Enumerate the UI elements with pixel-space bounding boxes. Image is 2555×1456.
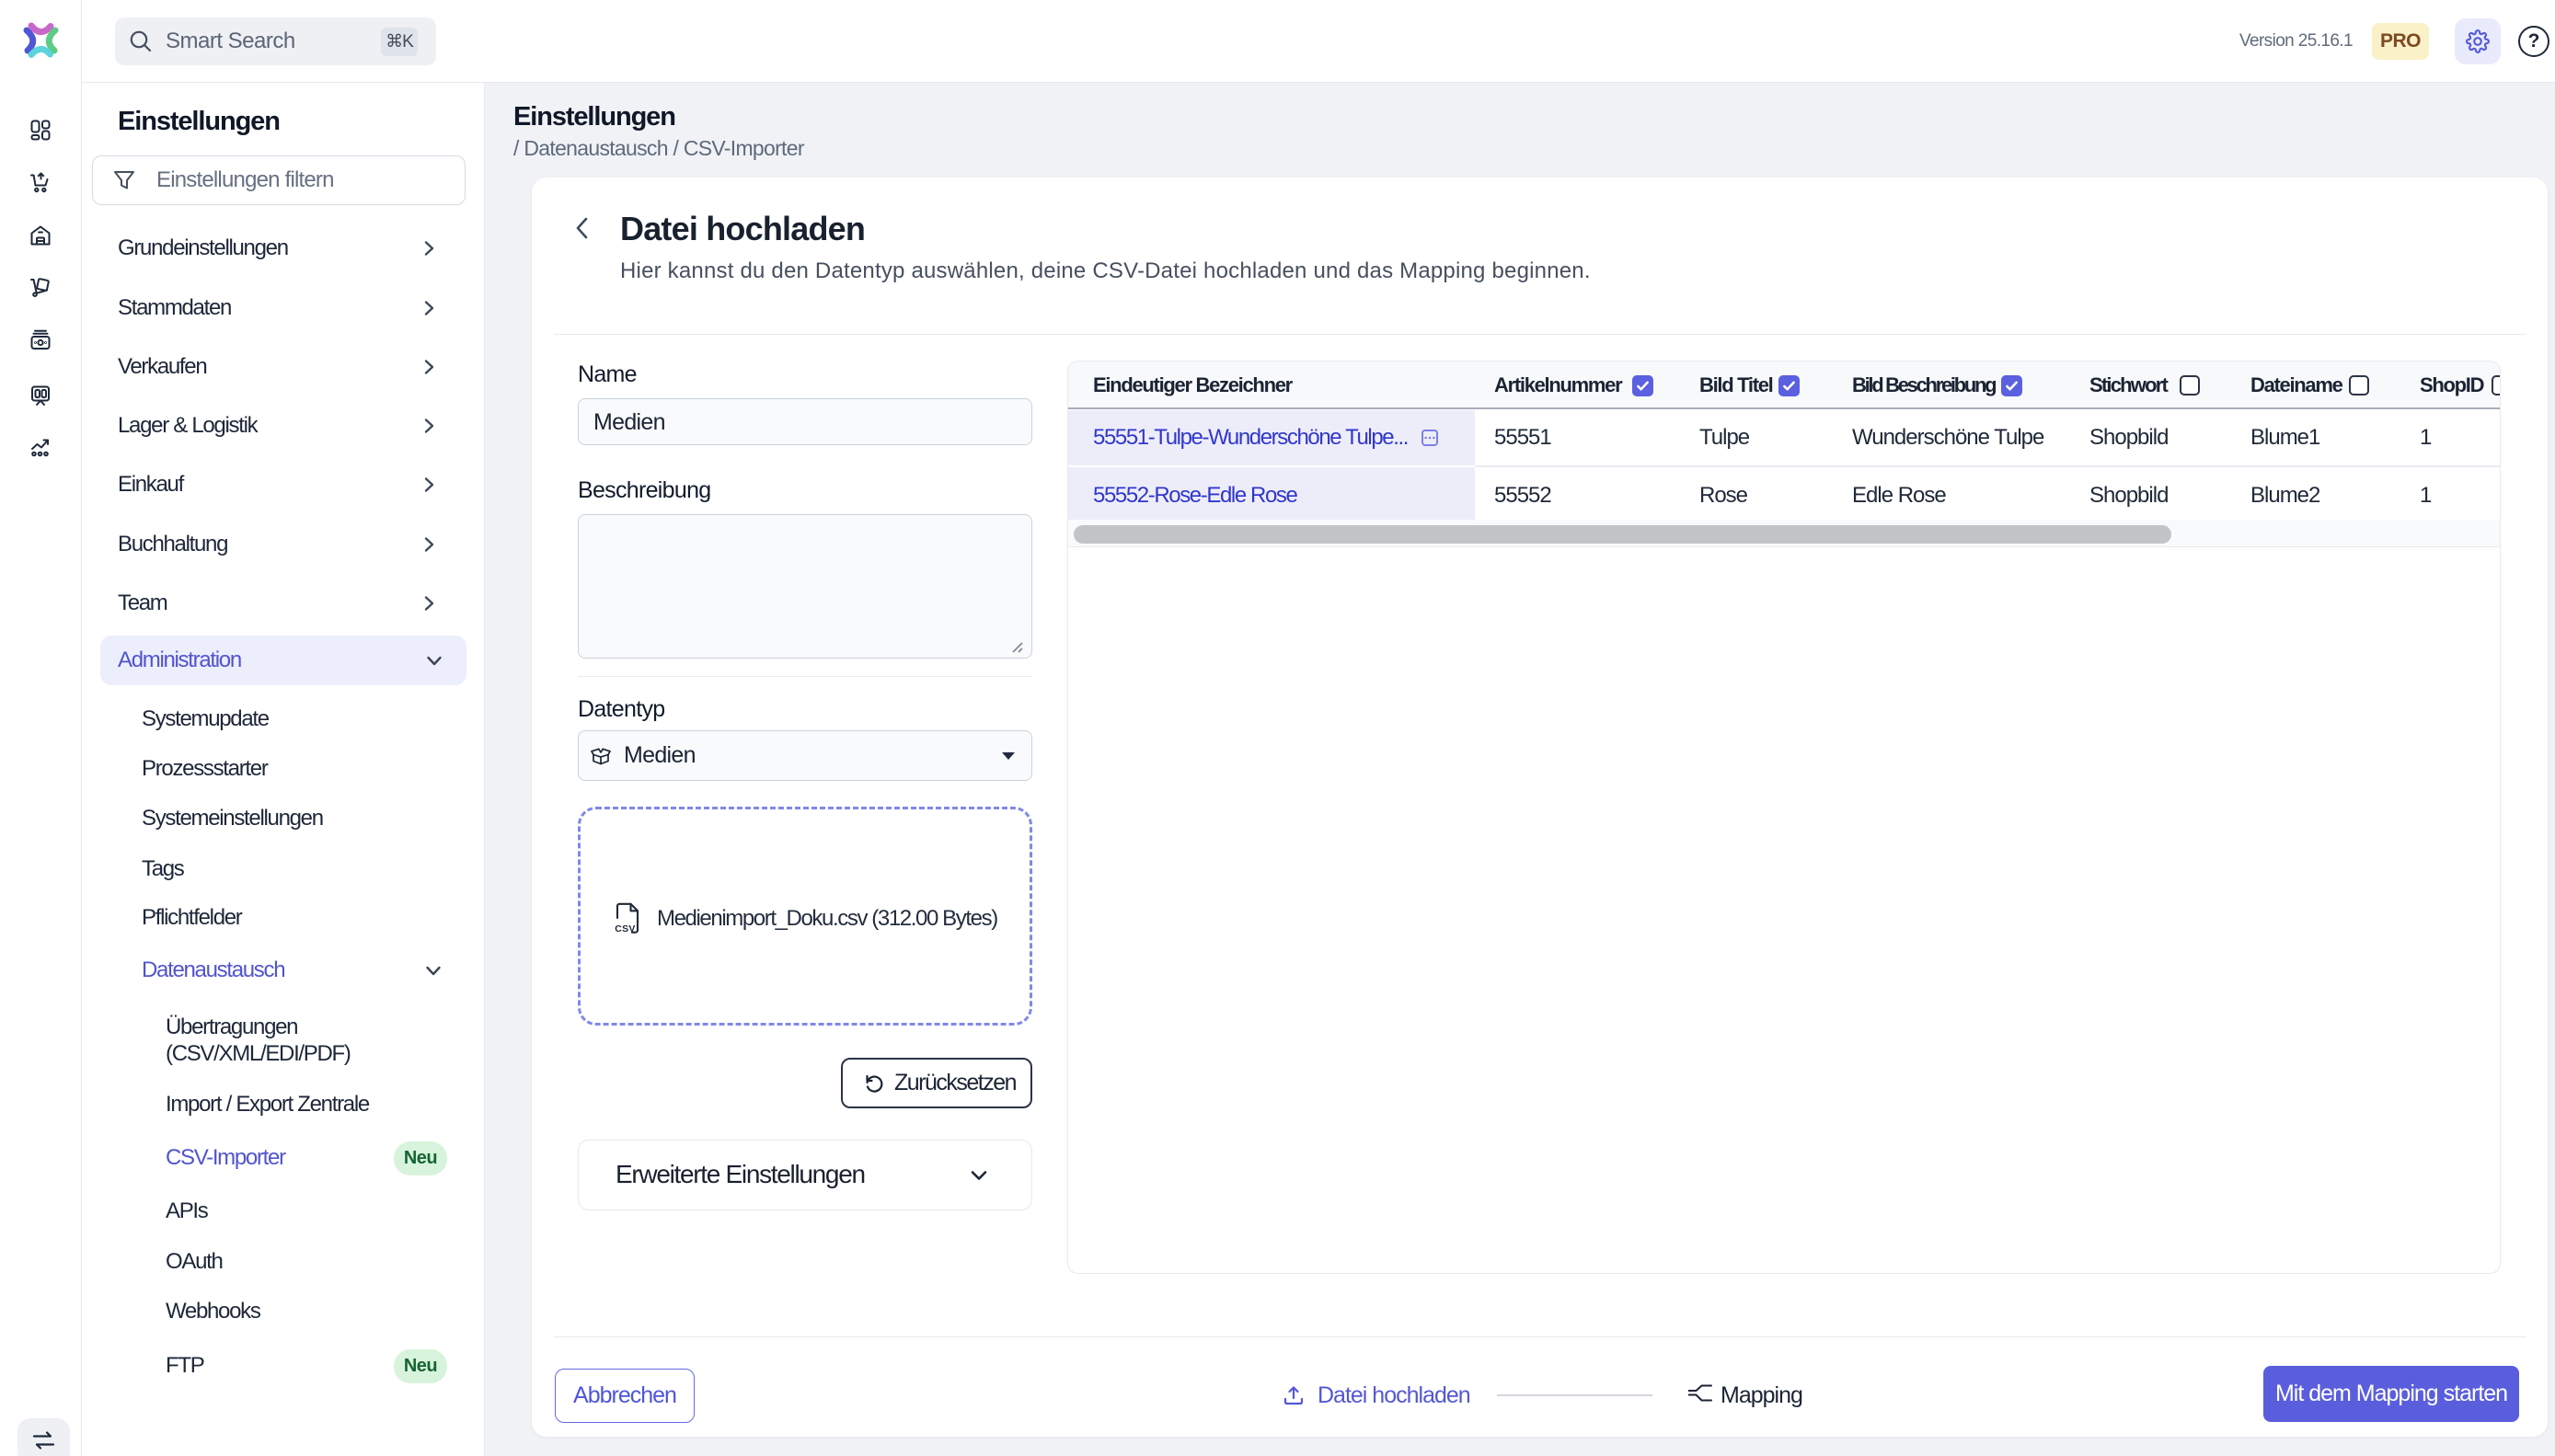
svg-text:CSV: CSV [615,923,636,934]
